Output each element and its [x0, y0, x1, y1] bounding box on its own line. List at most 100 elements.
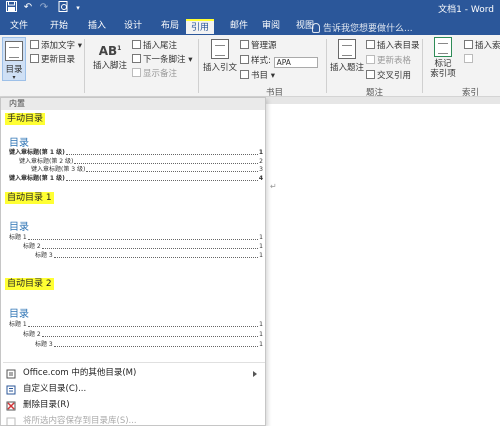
menu-item-label: 删除目录(R) [23, 400, 70, 410]
style-icon [240, 55, 249, 64]
menu-item-label: Office.com 中的其他目录(M) [23, 368, 137, 378]
print-preview-icon[interactable] [56, 1, 70, 15]
toc-preview-line: 标题 11 [9, 234, 263, 241]
menu-divider [3, 362, 265, 363]
footnote-icon: AB1 [98, 44, 122, 58]
lightbulb-icon [312, 23, 320, 33]
gallery-title: 自动目录 2 [5, 278, 54, 290]
toc-preview-line: 标题 21 [23, 243, 263, 250]
bibliography-button[interactable]: 书目 ▾ [240, 69, 275, 81]
toc-preview-heading: 目录 [9, 222, 29, 233]
insert-index-button[interactable]: 插入索引 [464, 39, 500, 51]
tab-mailings[interactable]: 邮件 [226, 19, 252, 34]
manage-sources-label: 管理源 [251, 41, 277, 51]
document-area[interactable] [266, 98, 500, 426]
toc-preview-heading: 目录 [9, 309, 29, 320]
toc-preview-heading: 目录 [9, 138, 29, 149]
next-footnote-label: 下一条脚注 [143, 55, 186, 65]
gallery-title: 自动目录 1 [5, 192, 54, 204]
insert-caption-label: 插入题注 [330, 63, 365, 73]
update-toc-button[interactable]: 更新目录 [30, 53, 75, 65]
bibliography-label: 书目 [251, 71, 269, 81]
show-notes-label: 显示备注 [143, 69, 178, 79]
endnote-icon [132, 40, 141, 49]
custom-toc-icon [6, 385, 16, 395]
update-table-label: 更新表格 [377, 56, 412, 66]
tab-home[interactable]: 开始 [46, 19, 72, 34]
cross-reference-button[interactable]: 交叉引用 [366, 69, 411, 81]
more-tocs-from-office-item[interactable]: Office.com 中的其他目录(M) [1, 366, 265, 381]
customize-quick-access-icon[interactable]: ▾ [71, 1, 85, 15]
window-title: 文档1 - Word [438, 5, 494, 15]
mark-entry-button[interactable]: 标记 索引项 [428, 37, 458, 79]
mark-entry-icon [434, 37, 452, 57]
show-notes-icon [132, 68, 141, 77]
document-page[interactable] [266, 104, 500, 426]
add-text-label: 添加文字 [41, 41, 76, 51]
insert-table-of-figures-button[interactable]: 插入表目录 [366, 39, 420, 51]
table-of-contents-icon [5, 41, 23, 61]
tab-layout[interactable]: 布局 [157, 19, 183, 34]
tab-file[interactable]: 文件 [6, 19, 32, 34]
insert-footnote-label: 插入脚注 [92, 61, 127, 71]
chevron-down-icon: ▾ [12, 74, 16, 81]
manage-sources-button[interactable]: 管理源 [240, 39, 277, 51]
table-of-figures-icon [366, 40, 375, 49]
save-icon[interactable] [4, 1, 18, 15]
insert-citation-button[interactable]: 插入引文 [202, 39, 238, 73]
insert-footnote-button[interactable]: AB1 插入脚注 [92, 39, 128, 71]
tab-references[interactable]: 引用 [186, 19, 214, 34]
group-separator [84, 39, 85, 93]
save-selection-icon [6, 417, 16, 426]
show-notes-button[interactable]: 显示备注 [132, 67, 177, 79]
tell-me-text: 告诉我您想要做什么... [323, 24, 413, 34]
insert-caption-button[interactable]: 插入题注 [330, 39, 364, 73]
menu-section-header: 内置 [1, 98, 265, 110]
add-text-button[interactable]: 添加文字 ▾ [30, 39, 82, 51]
tab-design[interactable]: 设计 [120, 19, 146, 34]
update-table-button[interactable]: 更新表格 [366, 54, 411, 66]
mark-entry-label: 标记 索引项 [430, 59, 456, 79]
group-separator [198, 39, 199, 93]
manage-sources-icon [240, 40, 249, 49]
next-footnote-icon [132, 54, 141, 63]
ribbon: 目录 ▾ 添加文字 ▾ 更新目录 AB1 插入脚注 插入尾注 下一条脚注 ▾ 显… [0, 35, 500, 98]
toc-preview-line: 键入章标题(第 2 级) 2 [19, 158, 263, 165]
caption-icon [338, 39, 356, 59]
insert-index-label: 插入索引 [475, 41, 500, 51]
bibliography-icon [240, 70, 249, 79]
toc-button[interactable]: 目录 ▾ [2, 37, 26, 81]
tab-review[interactable]: 审阅 [258, 19, 284, 34]
update-index-button[interactable] [464, 54, 475, 65]
style-dropdown[interactable]: APA [273, 57, 318, 68]
undo-icon[interactable]: ↶ [21, 1, 35, 15]
next-footnote-button[interactable]: 下一条脚注 ▾ [132, 53, 192, 65]
refresh-icon [30, 54, 39, 63]
title-bar: ↶ ↷ ▾ 文档1 - Word [0, 0, 500, 17]
menu-item-label: 自定义目录(C)... [23, 384, 87, 394]
insert-endnote-button[interactable]: 插入尾注 [132, 39, 177, 51]
toc-preview-line: 标题 31 [35, 341, 263, 348]
citation-icon [211, 39, 229, 59]
redo-icon[interactable]: ↷ [37, 1, 51, 15]
save-selection-to-toc-gallery-item[interactable]: 将所选内容保存到目录库(S)... [1, 414, 265, 426]
cross-reference-label: 交叉引用 [377, 71, 412, 81]
toc-preview-line: 标题 11 [9, 321, 263, 328]
bibliography-group-label: 书目 [266, 88, 284, 98]
toc-preview-line: 键入章标题(第 3 级) 3 [31, 166, 263, 173]
custom-toc-item[interactable]: 自定义目录(C)... [1, 382, 265, 397]
toc-dropdown-menu: 内置 手动目录 目录 键入章标题(第 1 级) 1 键入章标题(第 2 级) 2 键… [0, 97, 266, 426]
update-index-icon [464, 54, 473, 63]
tab-insert[interactable]: 插入 [84, 19, 110, 34]
index-group-label: 索引 [462, 88, 480, 98]
remove-toc-icon [6, 401, 16, 411]
toc-preview-line: 标题 21 [23, 331, 263, 338]
remove-toc-item[interactable]: 删除目录(R) [1, 398, 265, 413]
group-separator [326, 39, 327, 93]
toc-preview-line: 标题 31 [35, 252, 263, 259]
style-value: APA [276, 58, 291, 67]
group-separator [422, 39, 423, 93]
submenu-arrow-icon [253, 371, 257, 377]
style-selector[interactable]: 样式: APA [240, 54, 318, 68]
tell-me-box[interactable]: 告诉我您想要做什么... [312, 21, 413, 34]
